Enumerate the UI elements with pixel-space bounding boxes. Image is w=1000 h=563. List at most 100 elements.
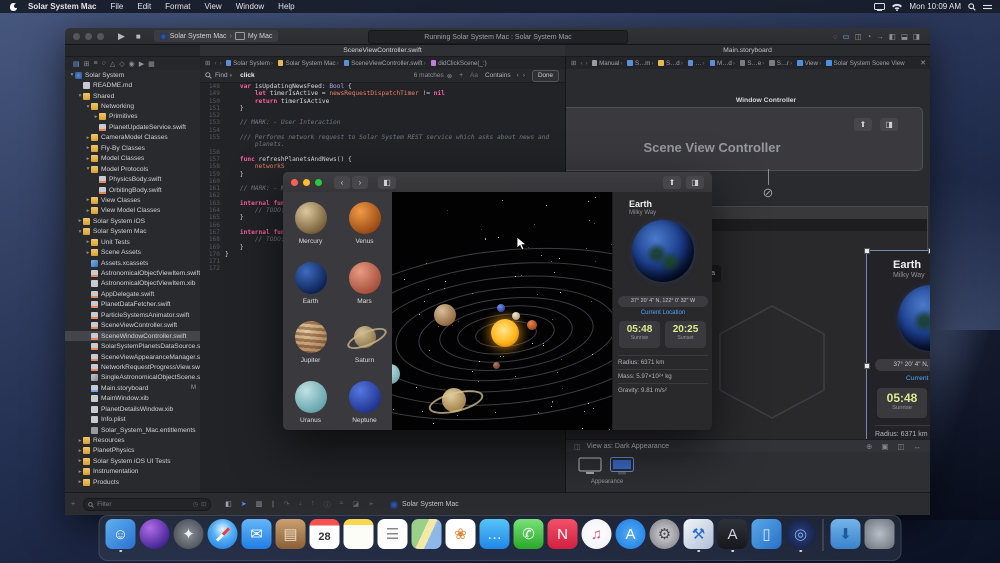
find-query-input[interactable]: click xyxy=(240,72,254,79)
find-mode-select[interactable]: Contains xyxy=(485,72,511,79)
file-row-planetupdateservice-swift[interactable]: PlanetUpdateService.swift xyxy=(65,122,200,132)
planet-item-jupiter[interactable]: Jupiter xyxy=(284,315,338,369)
panel-toggle-icon[interactable]: ◨ xyxy=(880,118,898,131)
code-line[interactable]: 156 xyxy=(200,149,565,156)
file-row-planetphysics[interactable]: ▸PlanetPhysics xyxy=(65,446,200,456)
planet-item-neptune[interactable]: Neptune xyxy=(338,375,392,429)
view-debugger-icon[interactable]: ⓘ xyxy=(324,500,331,510)
zoom-button[interactable] xyxy=(315,179,322,186)
notification-center-icon[interactable] xyxy=(983,3,992,11)
menu-item-view[interactable]: View xyxy=(198,0,229,13)
back-icon[interactable]: ‹ xyxy=(580,60,582,67)
file-row-model-classes[interactable]: ▸Model Classes xyxy=(65,154,200,164)
source-control-filter-icon[interactable]: ⊡ xyxy=(201,501,206,508)
next-match-button[interactable]: › xyxy=(523,72,525,79)
menu-item-edit[interactable]: Edit xyxy=(130,0,158,13)
spotlight-icon[interactable] xyxy=(968,3,976,11)
breadcrumb-item[interactable]: Solar System xyxy=(233,60,270,67)
version-editor-icon[interactable]: ◔ xyxy=(867,32,872,41)
dock-item-downloads[interactable]: ⬇ xyxy=(831,519,861,549)
display-mirroring-icon[interactable] xyxy=(874,3,885,11)
planet-item-mars[interactable]: Mars xyxy=(338,256,392,310)
breadcrumb-item[interactable]: S…r xyxy=(777,60,789,67)
breadcrumb-item[interactable]: Manual xyxy=(599,60,619,67)
file-row-shared[interactable]: ▾Shared xyxy=(65,91,200,101)
dock-item-solar-system-mac[interactable]: ◎ xyxy=(786,519,816,549)
file-row-mainwindow-xib[interactable]: MainWindow.xib xyxy=(65,394,200,404)
breadcrumb-item[interactable]: Solar System Mac xyxy=(285,60,335,67)
code-line[interactable]: 153 // MARK: - User Interaction xyxy=(200,119,565,126)
device-bezels-icon[interactable]: ◫ xyxy=(574,443,581,451)
dock-item-calendar[interactable]: 28 xyxy=(310,519,340,549)
breadcrumb-item[interactable]: S…d xyxy=(666,60,680,67)
resize-handle[interactable] xyxy=(864,248,870,254)
file-row-fly-by-classes[interactable]: ▸Fly-By Classes xyxy=(65,143,200,153)
dock-item-simulator[interactable]: A xyxy=(718,519,748,549)
dock-item-itunes[interactable]: ♫ xyxy=(582,519,612,549)
previous-match-button[interactable]: ‹ xyxy=(517,72,519,79)
file-row-cameramodel-classes[interactable]: ▸CameraModel Classes xyxy=(65,133,200,143)
code-line[interactable]: 149 let timerIsActive = newsRequestDispa… xyxy=(200,90,565,97)
file-row-solar-system-mac-entitlements[interactable]: Solar_System_Mac.entitlements xyxy=(65,425,200,435)
zoom-button[interactable] xyxy=(97,33,104,40)
find-navigator-icon[interactable]: ○ xyxy=(102,60,106,67)
embed-icon[interactable]: ◫ xyxy=(897,442,904,451)
file-row-sceneviewappearancemanager-swift[interactable]: SceneViewAppearanceManager.swift xyxy=(65,352,200,362)
recent-files-icon[interactable]: ◷ xyxy=(193,501,198,508)
sidebar-toggle-icon[interactable]: ◧ xyxy=(378,176,396,189)
file-row-orbitingbody-swift[interactable]: OrbitingBody.swift xyxy=(65,185,200,195)
related-items-icon[interactable]: ⊞ xyxy=(205,59,210,67)
standard-editor-icon[interactable]: ▭ xyxy=(843,32,850,41)
wifi-icon[interactable] xyxy=(892,3,902,11)
menu-item-format[interactable]: Format xyxy=(158,0,197,13)
file-row-particlesystemsanimator-swift[interactable]: ParticleSystemsAnimator.swift xyxy=(65,310,200,320)
dock-item-facetime[interactable]: ✆ xyxy=(514,519,544,549)
memory-graph-icon[interactable]: ≈ xyxy=(340,500,344,510)
dock-item-mail[interactable]: ✉ xyxy=(242,519,272,549)
dock-item-photos[interactable]: ❀ xyxy=(446,519,476,549)
symbol-navigator-icon[interactable]: ≡ xyxy=(94,60,98,67)
file-row-appdelegate-swift[interactable]: AppDelegate.swift xyxy=(65,289,200,299)
breadcrumb-item[interactable]: SceneViewController.swift xyxy=(351,60,422,67)
file-row-scenewindowcontroller-swift[interactable]: SceneWindowController.swift xyxy=(65,331,200,341)
code-line[interactable]: 157 func refreshPlanetsAndNews() { xyxy=(200,156,565,163)
breadcrumb-item[interactable]: … xyxy=(695,60,701,67)
resize-handle[interactable] xyxy=(928,248,930,254)
planet-item-saturn[interactable]: Saturn xyxy=(338,315,392,369)
step-out-icon[interactable]: ↑ xyxy=(311,500,315,510)
app-titlebar[interactable]: ‹ › ◧ ⬆ ◨ xyxy=(283,172,712,193)
file-row-primitives[interactable]: ▸Primitives xyxy=(65,112,200,122)
pause-icon[interactable]: ∥ xyxy=(271,500,275,510)
back-icon[interactable]: ‹ xyxy=(214,60,216,67)
dock-item-launchpad[interactable]: ✦ xyxy=(174,519,204,549)
issue-navigator-icon[interactable]: △ xyxy=(110,60,115,68)
navigator-toggle-icon[interactable]: → xyxy=(876,32,884,41)
breadcrumb-item[interactable]: didClickScene(_:) xyxy=(438,60,487,67)
solar-system-scene[interactable] xyxy=(392,192,612,430)
minimize-button[interactable] xyxy=(303,179,310,186)
filter-field[interactable]: Filter ◷ ⊡ xyxy=(83,498,211,511)
menu-item-help[interactable]: Help xyxy=(271,0,301,13)
planet-item-earth[interactable]: Earth xyxy=(284,256,338,310)
dark-appearance-icon[interactable] xyxy=(610,457,634,476)
console-split-icon[interactable]: ▥ xyxy=(256,500,263,510)
file-row-view-model-classes[interactable]: ▸View Model Classes xyxy=(65,206,200,216)
file-row-solar-system[interactable]: ▾Solar System xyxy=(65,70,200,80)
planet-item-venus[interactable]: Venus xyxy=(338,196,392,250)
file-row-assets-xcassets[interactable]: Assets.xcassets xyxy=(65,258,200,268)
breadcrumb-item[interactable]: M…d xyxy=(717,60,732,67)
file-row-solar-system-ios[interactable]: ▸Solar System iOS xyxy=(65,216,200,226)
file-row-solar-system-ios-ui-tests[interactable]: ▸Solar System iOS UI Tests xyxy=(65,456,200,466)
related-items-icon[interactable]: ⊞ xyxy=(571,59,576,67)
scheme-selector[interactable]: Solar System Mac › My Mac xyxy=(154,30,279,42)
breadcrumb-item[interactable]: S…e xyxy=(747,60,761,67)
project-navigator-icon[interactable]: ▤ xyxy=(73,60,80,68)
file-row-sceneviewcontroller-swift[interactable]: SceneViewController.swift xyxy=(65,321,200,331)
menu-app-name[interactable]: Solar System Mac xyxy=(21,0,103,13)
current-location-link[interactable]: Current Location xyxy=(613,310,712,316)
step-into-icon[interactable]: ↓ xyxy=(299,500,303,510)
breakpoints-icon[interactable]: ➤ xyxy=(241,500,247,510)
file-row-solarsystemplanetsdatasource-swift[interactable]: SolarSystemPlanetsDataSource.swift xyxy=(65,341,200,351)
dock-item-siri[interactable] xyxy=(140,519,170,549)
dock-item-messages[interactable]: … xyxy=(480,519,510,549)
